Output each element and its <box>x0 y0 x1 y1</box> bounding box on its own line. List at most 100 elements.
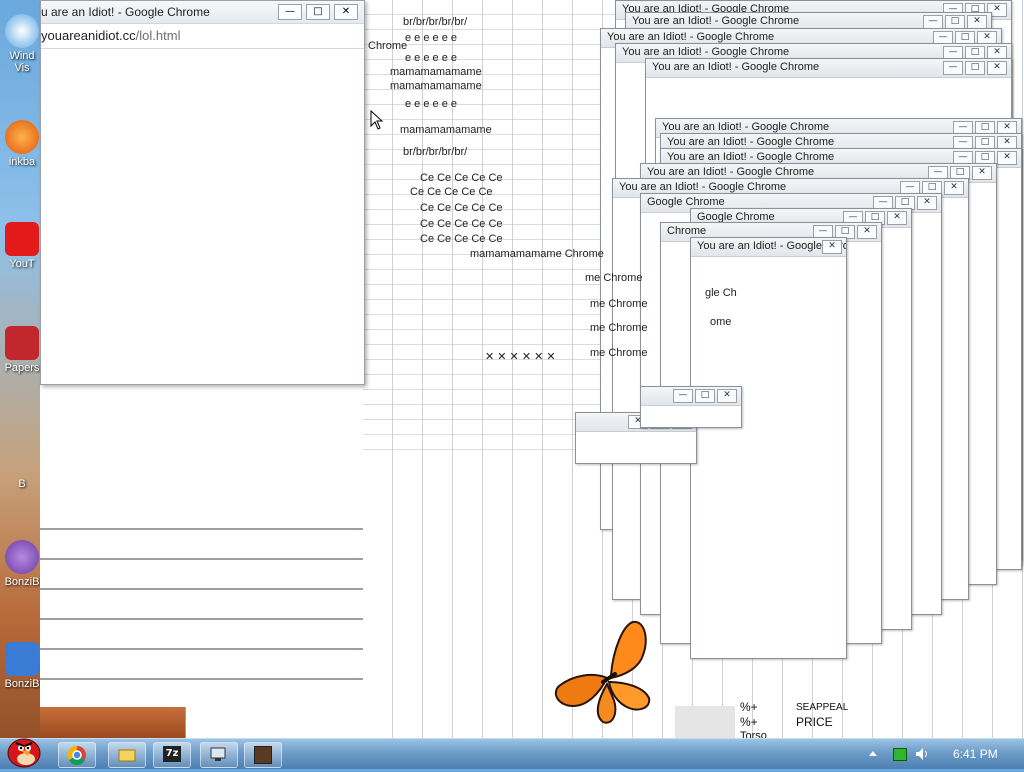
window-stack-edge <box>40 618 370 620</box>
taskbar-chrome[interactable] <box>58 742 96 768</box>
popup-title: You are an Idiot! - Google Chrome <box>647 166 815 178</box>
popup-title: You are an Idiot! - Google Chrome <box>652 61 820 73</box>
title-fragment: Ce Ce Ce Ce Ce <box>420 172 503 184</box>
inkball-icon <box>5 120 39 154</box>
folder-icon <box>118 749 136 762</box>
minimize-button[interactable]: — <box>923 15 943 29</box>
butterfly-icon <box>554 620 651 724</box>
pct-label: %+ <box>740 700 758 714</box>
maximize-button[interactable]: □ <box>945 15 965 29</box>
close-button[interactable]: ✕ <box>822 240 842 254</box>
taskbar-7zip[interactable]: 7z <box>153 742 191 768</box>
desktop-icon-label: BonziB <box>4 678 40 690</box>
popup-titlebar[interactable]: You are an Idiot! - Google Chrome — □ ✕ <box>646 59 1011 78</box>
title-fragment: br/br/br/br/br/ <box>403 16 468 28</box>
title-fragment: me Chrome <box>585 272 643 284</box>
title-fragment: ✕ ✕ ✕ ✕ ✕ ✕ <box>485 351 556 363</box>
close-button[interactable]: ✕ <box>944 181 964 195</box>
grey-block <box>675 706 735 738</box>
title-fragment: Ce Ce Ce Ce Ce <box>420 202 503 214</box>
bonzi-icon <box>5 540 39 574</box>
popup-title: You are an Idiot! - Google Chrome <box>632 15 800 27</box>
window-stack-edge <box>40 648 363 650</box>
close-button[interactable]: ✕ <box>972 166 992 180</box>
title-fragment: br/br/br/br/br/ <box>403 146 468 158</box>
popup-title: You are an Idiot! - Google Chrome <box>667 151 835 163</box>
window-stack-edge <box>40 588 385 590</box>
desktop-icon-bonzibuddy-2[interactable]: BonziB <box>0 642 44 690</box>
desktop-icon-label: Wind <box>9 50 35 62</box>
window-stack-edge <box>40 528 414 530</box>
window-stack-edge <box>40 678 363 680</box>
network-icon[interactable] <box>893 748 907 761</box>
minimize-button[interactable]: — <box>278 4 302 20</box>
close-button[interactable]: ✕ <box>857 225 877 239</box>
desktop-icon-b[interactable]: B <box>0 478 44 490</box>
url-domain: youareanidiot.cc <box>41 28 136 43</box>
app-icon <box>254 746 272 764</box>
minimize-button[interactable]: — <box>943 61 963 75</box>
popup-window[interactable]: You are an Idiot! - Google Chrome ✕ <box>690 237 847 659</box>
close-button[interactable]: ✕ <box>334 4 358 20</box>
taskbar: 7z 6:41 PM <box>0 738 1024 769</box>
taskbar-explorer[interactable] <box>108 742 146 768</box>
desktop-icon-windows[interactable]: Wind Vis <box>0 14 44 74</box>
7zip-icon: 7z <box>163 746 181 762</box>
desert-strip <box>40 707 185 738</box>
popup-title: You are an Idiot! - Google Chrome <box>622 46 790 58</box>
maximize-button[interactable]: □ <box>306 4 330 20</box>
main-chrome-window[interactable]: u are an Idiot! - Google Chrome — □ ✕ yo… <box>40 0 365 385</box>
start-button[interactable] <box>2 733 44 769</box>
window-stack-bottoms <box>40 380 415 710</box>
title-fragment: e e e e e e <box>405 32 457 44</box>
title-fragment: Chrome <box>368 40 408 52</box>
close-button[interactable]: ✕ <box>987 61 1007 75</box>
title-fragment: me Chrome <box>590 322 648 334</box>
minimize-button[interactable]: — <box>673 389 693 403</box>
desktop-icon-papers[interactable]: Papers <box>0 326 44 374</box>
desktop-icon-bonzibuddy[interactable]: BonziB <box>0 540 44 588</box>
clock[interactable]: 6:41 PM <box>953 747 998 761</box>
angry-bird-icon <box>7 738 41 768</box>
price-label: PRICE <box>796 715 833 729</box>
desktop-icon-youtube[interactable]: YouT <box>0 222 44 270</box>
taskbar-remote[interactable] <box>200 742 238 768</box>
close-button[interactable]: ✕ <box>997 151 1017 165</box>
url-path: /lol.html <box>135 28 181 43</box>
popup-title: Chrome <box>667 225 707 237</box>
popup-titlebar[interactable]: You are an Idiot! - Google Chrome ✕ <box>691 238 846 257</box>
popup-window[interactable]: — □ ✕ <box>640 386 742 428</box>
close-button[interactable]: ✕ <box>887 211 907 225</box>
close-button[interactable]: ✕ <box>917 196 937 210</box>
popup-title: Google Chrome <box>647 196 725 208</box>
mouse-cursor-icon <box>370 110 384 130</box>
chrome-icon <box>67 745 86 765</box>
desktop-icon-label: BonziB <box>4 576 40 588</box>
desktop-icon-inkball[interactable]: inkba <box>0 120 44 168</box>
maximize-button[interactable]: □ <box>965 61 985 75</box>
popup-title: You are an Idiot! - Google Chrome <box>662 121 830 133</box>
page-content <box>41 49 364 384</box>
main-titlebar[interactable]: u are an Idiot! - Google Chrome — □ ✕ <box>41 1 364 23</box>
main-window-title: u are an Idiot! - Google Chrome <box>41 5 210 19</box>
title-fragment: e e e e e e <box>405 52 457 64</box>
title-fragment: gle Ch <box>705 287 737 299</box>
popup-title: You are an Idiot! - Google Chrome <box>619 181 787 193</box>
tray-up-arrow-icon[interactable] <box>868 749 878 759</box>
close-button[interactable]: ✕ <box>717 389 737 403</box>
taskbar-app[interactable] <box>244 742 282 768</box>
title-fragment: ome <box>710 316 732 328</box>
popup-titlebar[interactable]: — □ ✕ <box>641 387 741 406</box>
volume-icon[interactable] <box>915 747 931 761</box>
appeal-label: SEAPPEAL <box>796 702 849 713</box>
desktop-icon-label: B <box>18 478 26 490</box>
windows-icon <box>5 14 39 48</box>
url-bar[interactable]: youareanidiot.cc/lol.html <box>41 23 364 49</box>
maximize-button[interactable]: □ <box>695 389 715 403</box>
title-fragment: Ce Ce Ce Ce Ce <box>420 218 503 230</box>
title-fragment: mamamamamame <box>390 66 482 78</box>
window-stack-edge <box>40 558 400 560</box>
popup-body <box>641 406 741 427</box>
close-button[interactable]: ✕ <box>967 15 987 29</box>
bonzi-icon <box>5 642 39 676</box>
